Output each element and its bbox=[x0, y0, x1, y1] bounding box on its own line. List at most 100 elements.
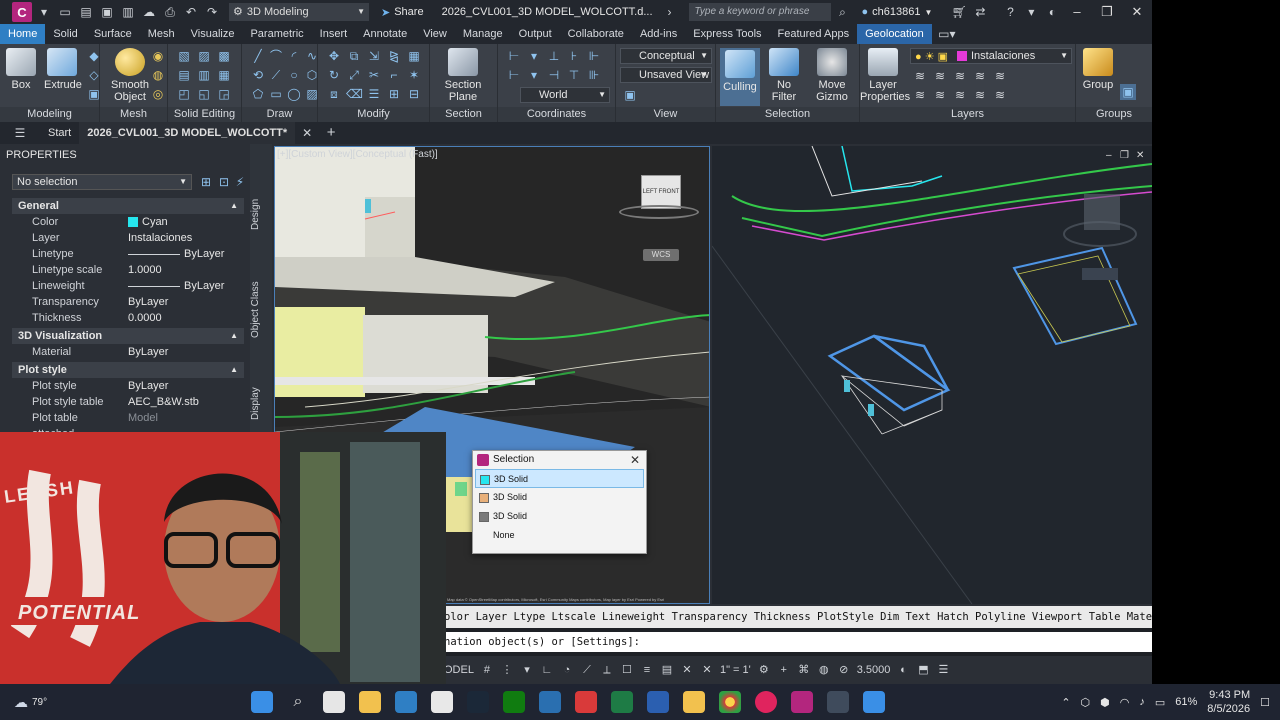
help-caret-icon[interactable]: ▾ bbox=[1022, 4, 1040, 20]
print-icon[interactable]: ⎙ bbox=[161, 4, 179, 20]
ucs-object-icon[interactable]: ⊣ bbox=[546, 67, 562, 83]
ucs-view-icon[interactable]: ⊤ bbox=[566, 67, 582, 83]
layer-tool-icon[interactable]: ≋ bbox=[972, 87, 988, 103]
tab-solid[interactable]: Solid bbox=[45, 24, 85, 44]
clock[interactable]: 9:43 PM 8/5/2026 bbox=[1207, 688, 1250, 716]
smooth-object-button[interactable]: Smooth Object bbox=[110, 48, 150, 103]
panel-title-coordinates[interactable]: Coordinates bbox=[498, 107, 615, 122]
selection-option[interactable]: 3D Solid bbox=[475, 507, 644, 526]
array-icon[interactable]: ▦ bbox=[406, 48, 422, 64]
ray-icon[interactable]: ⟋ bbox=[268, 67, 284, 83]
excel-icon[interactable] bbox=[611, 691, 633, 713]
snap-caret-icon[interactable]: ▾ bbox=[520, 663, 534, 677]
layer-tool-icon[interactable]: ≋ bbox=[952, 68, 968, 84]
tray-app-icon[interactable]: ⬢ bbox=[1100, 696, 1110, 709]
cloud-icon[interactable]: ☁ bbox=[140, 4, 158, 20]
trim-icon[interactable]: ✂ bbox=[366, 67, 382, 83]
category-plot-style[interactable]: Plot style ▲ bbox=[12, 362, 244, 378]
viewport-minimize-icon[interactable]: – bbox=[1106, 150, 1112, 161]
hamburger-menu-icon[interactable]: ☰ bbox=[10, 125, 30, 141]
volume-icon[interactable]: ♪ bbox=[1139, 696, 1145, 708]
pdf-icon[interactable] bbox=[575, 691, 597, 713]
redo-icon[interactable]: ↷ bbox=[203, 4, 221, 20]
ucs-3point-icon[interactable]: ⊪ bbox=[586, 67, 602, 83]
property-row[interactable]: Linetype scale 1.0000 bbox=[12, 262, 244, 278]
open-folder-icon[interactable]: ▤ bbox=[77, 4, 95, 20]
ribbon-toggle-icon[interactable]: ▭▾ bbox=[938, 26, 956, 42]
wifi-icon[interactable]: ◠ bbox=[1120, 696, 1130, 709]
tab-mesh[interactable]: Mesh bbox=[140, 24, 183, 44]
viewport-wireframe[interactable]: – ❐ ✕ bbox=[712, 146, 1152, 604]
panel-title-draw[interactable]: Draw bbox=[242, 107, 317, 122]
annotation-visibility-icon[interactable]: ✕ bbox=[680, 663, 694, 677]
ucs-select[interactable]: World ▼ bbox=[520, 87, 610, 103]
command-line[interactable]: olor Layer Ltype Ltscale Lineweight Tran… bbox=[444, 606, 1152, 656]
helix-icon[interactable]: ⟲ bbox=[250, 67, 266, 83]
offset-icon[interactable]: ⧈ bbox=[326, 86, 342, 102]
viewport-controls-label[interactable]: [+][Custom View][Conceptual (Fast)] bbox=[277, 149, 438, 160]
viewport-config-icon[interactable]: ▣ bbox=[622, 87, 638, 103]
property-row[interactable]: Plot table attached... Model bbox=[12, 410, 244, 440]
tab-parametric[interactable]: Parametric bbox=[242, 24, 311, 44]
polyline-icon[interactable]: ⌒ bbox=[268, 48, 284, 64]
selection-option-none[interactable]: None bbox=[475, 526, 644, 545]
hardware-accel-icon[interactable]: ◐ bbox=[896, 663, 910, 677]
mesh-tool-icon[interactable]: ◎ bbox=[150, 86, 166, 102]
elevation-value[interactable]: 3.5000 bbox=[857, 664, 891, 676]
app-icon[interactable] bbox=[827, 691, 849, 713]
mirror-icon[interactable]: ⧎ bbox=[386, 48, 402, 64]
isodraft-icon[interactable]: ⟋ bbox=[580, 663, 594, 677]
mesh-tool-icon[interactable]: ◉ bbox=[150, 48, 166, 64]
object-snap-icon[interactable]: ☐ bbox=[620, 663, 634, 677]
model-space-toggle[interactable]: ODEL bbox=[444, 664, 474, 676]
property-row[interactable]: Plot style ByLayer bbox=[12, 378, 244, 394]
panel-title-solid-editing[interactable]: Solid Editing bbox=[168, 107, 241, 122]
property-row[interactable]: Layer Instalaciones bbox=[12, 230, 244, 246]
selection-option[interactable]: 3D Solid bbox=[475, 488, 644, 507]
selection-dropdown[interactable]: No selection ▼ bbox=[12, 174, 192, 190]
erase-icon[interactable]: ⌫ bbox=[346, 86, 363, 102]
property-row[interactable]: Lineweight ByLayer bbox=[12, 278, 244, 294]
tab-geolocation[interactable]: Geolocation bbox=[857, 24, 932, 44]
app-menu-caret-icon[interactable]: ▾ bbox=[35, 4, 53, 20]
snap-icon[interactable]: ⋮ bbox=[500, 663, 514, 677]
break-icon[interactable]: ⊟ bbox=[406, 86, 422, 102]
property-row[interactable]: Color Cyan bbox=[12, 214, 244, 230]
tab-featured-apps[interactable]: Featured Apps bbox=[770, 24, 858, 44]
no-filter-button[interactable]: No Filter bbox=[764, 48, 804, 103]
move-gizmo-button[interactable]: Move Gizmo bbox=[812, 48, 852, 103]
task-view-icon[interactable] bbox=[323, 691, 345, 713]
align-icon[interactable]: ☰ bbox=[366, 86, 382, 102]
culling-button[interactable]: Culling bbox=[720, 48, 760, 106]
outlook-icon[interactable] bbox=[395, 691, 417, 713]
undo-icon[interactable]: ↶ bbox=[182, 4, 200, 20]
folder-icon[interactable] bbox=[683, 691, 705, 713]
search-icon[interactable]: ⌕ bbox=[834, 4, 852, 20]
panel-title-groups[interactable]: Groups bbox=[1076, 107, 1152, 122]
layer-tool-icon[interactable]: ≋ bbox=[992, 68, 1008, 84]
layer-properties-button[interactable]: Layer Properties bbox=[860, 48, 910, 103]
close-icon[interactable]: ✕ bbox=[1122, 4, 1152, 20]
intersect-icon[interactable]: ▩ bbox=[216, 48, 232, 64]
layer-tool-icon[interactable]: ≋ bbox=[972, 68, 988, 84]
media-player-icon[interactable] bbox=[755, 691, 777, 713]
slice-icon[interactable]: ◱ bbox=[196, 86, 212, 102]
save-as-icon[interactable]: ▥ bbox=[119, 4, 137, 20]
ucs-origin-icon[interactable]: ⊥ bbox=[546, 48, 562, 64]
user-menu[interactable]: ● ch613861 ▼ bbox=[862, 6, 933, 18]
layer-select[interactable]: ● ☀ ▣ Instalaciones ▼ bbox=[910, 48, 1072, 64]
tab-add-ins[interactable]: Add-ins bbox=[632, 24, 685, 44]
viewport-restore-icon[interactable]: ❐ bbox=[1120, 150, 1129, 161]
region-icon[interactable]: ⬠ bbox=[250, 86, 266, 102]
tab-visualize[interactable]: Visualize bbox=[183, 24, 243, 44]
polar-icon[interactable]: ◔ bbox=[560, 663, 574, 677]
subtract-icon[interactable]: ▨ bbox=[196, 48, 212, 64]
ucs-icon[interactable]: ⊢ bbox=[506, 48, 522, 64]
battery-icon[interactable]: ▭ bbox=[1155, 696, 1165, 709]
side-tab-object-class[interactable]: Object Class bbox=[250, 280, 272, 340]
scale-icon[interactable]: ⤢ bbox=[346, 67, 362, 83]
layer-tool-icon[interactable]: ≋ bbox=[912, 68, 928, 84]
group-button[interactable]: Group bbox=[1080, 48, 1116, 91]
move-icon[interactable]: ✥ bbox=[326, 48, 342, 64]
line-icon[interactable]: ╱ bbox=[250, 48, 266, 64]
